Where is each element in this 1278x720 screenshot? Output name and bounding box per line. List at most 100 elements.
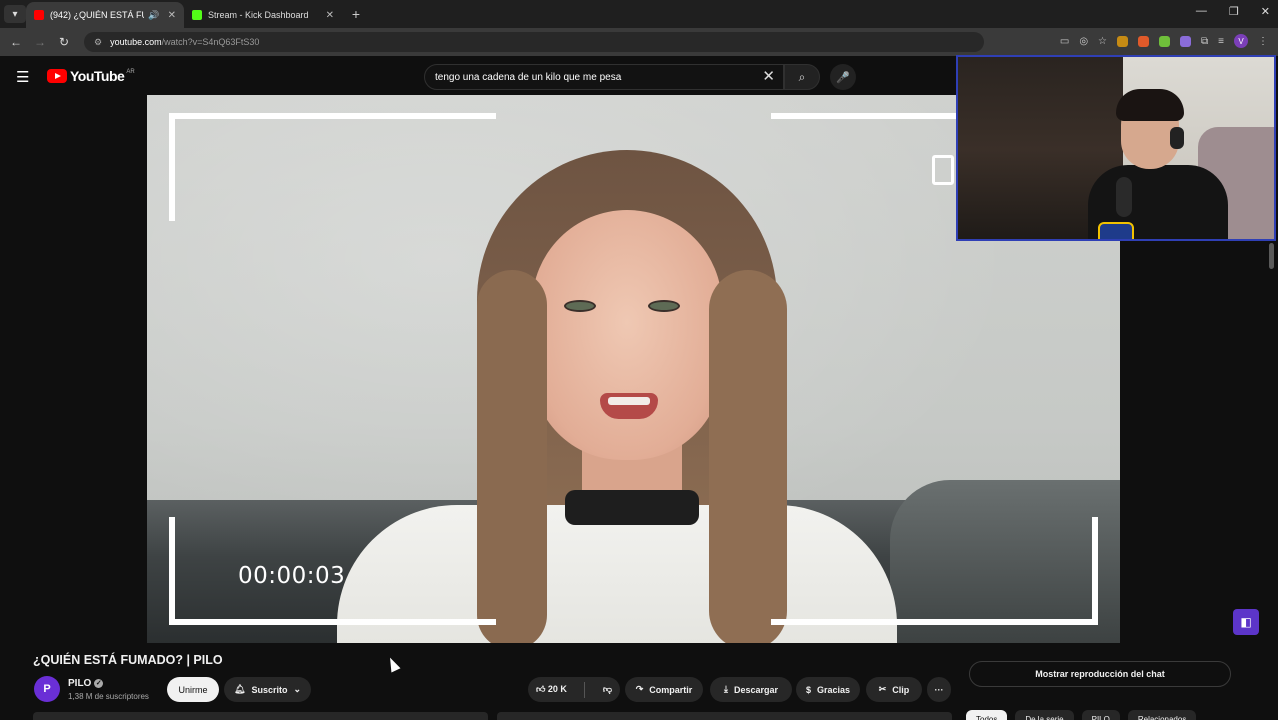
close-icon[interactable]: ✕ bbox=[326, 10, 334, 21]
download-button[interactable]: ⤓ Descargar bbox=[710, 677, 792, 702]
clear-search-icon[interactable]: ✕ bbox=[762, 67, 775, 85]
battery-icon bbox=[932, 155, 954, 185]
profile-avatar[interactable]: V bbox=[1234, 34, 1248, 48]
tab-kick[interactable]: Stream - Kick Dashboard ✕ bbox=[184, 2, 342, 28]
tab-title: Stream - Kick Dashboard bbox=[208, 10, 309, 20]
club-badge: CABJ bbox=[1098, 222, 1134, 239]
chip-channel[interactable]: PILO bbox=[1081, 710, 1120, 720]
description-box[interactable] bbox=[33, 712, 488, 720]
bookmark-star-icon[interactable]: ☆ bbox=[1098, 36, 1107, 47]
extension-icon[interactable] bbox=[1117, 35, 1129, 47]
back-button[interactable]: ← bbox=[4, 35, 28, 49]
headset-icon bbox=[1170, 127, 1184, 149]
window-controls: — ❐ ✕ bbox=[1196, 5, 1270, 18]
country-code: AR bbox=[126, 69, 135, 75]
speaker-icon[interactable]: 🔊 bbox=[148, 10, 159, 21]
address-bar[interactable]: ⚙ youtube.com/watch?v=S4nQ63FtS30 bbox=[84, 32, 984, 52]
subscriber-count: 1,38 M de suscriptores bbox=[68, 692, 149, 701]
divider bbox=[584, 681, 586, 698]
share-button[interactable]: ↷ Compartir bbox=[625, 677, 703, 702]
search-input[interactable]: tengo una cadena de un kilo que me pesa … bbox=[424, 64, 784, 90]
subscribed-label: Suscrito bbox=[251, 684, 288, 695]
chip-series[interactable]: De la serie bbox=[1015, 710, 1074, 720]
chip-related[interactable]: Relacionados bbox=[1127, 710, 1197, 720]
tab-search-button[interactable]: ▾ bbox=[4, 5, 26, 23]
viewfinder-corner bbox=[771, 517, 1098, 625]
share-icon: ↷ bbox=[635, 684, 644, 694]
webcam-streamer-hair bbox=[1116, 89, 1184, 121]
microphone bbox=[1116, 177, 1132, 217]
extension-icon[interactable] bbox=[1180, 35, 1192, 47]
share-label: Compartir bbox=[649, 684, 693, 695]
site-info-icon[interactable]: ⚙ bbox=[94, 37, 102, 48]
video-title: ¿QUIÉN ESTÁ FUMADO? | PILO bbox=[33, 653, 223, 667]
overlay-extension-button[interactable]: ◧ bbox=[1233, 609, 1259, 635]
media-icon[interactable]: ≡ bbox=[1218, 36, 1224, 47]
extension-icon: ◧ bbox=[1240, 615, 1252, 629]
youtube-play-icon bbox=[47, 69, 67, 83]
extension-icon[interactable] bbox=[1138, 35, 1150, 47]
voice-search-button[interactable]: 🎤 bbox=[830, 64, 856, 90]
search-button[interactable]: ⌕ bbox=[784, 64, 820, 90]
dislike-button[interactable]: 👎︎ bbox=[603, 684, 612, 695]
like-button[interactable]: 👍︎ 20 K bbox=[536, 684, 567, 695]
more-horizontal-icon: ··· bbox=[934, 684, 944, 695]
menu-icon[interactable]: ☰ bbox=[16, 68, 29, 86]
extension-icon[interactable] bbox=[1159, 35, 1171, 47]
clip-label: Clip bbox=[892, 684, 910, 695]
channel-avatar[interactable]: P bbox=[34, 676, 60, 702]
comments-box[interactable] bbox=[497, 712, 952, 720]
verified-icon: ✓ bbox=[94, 678, 104, 688]
browser-tab-strip: ▾ (942) ¿QUIÉN ESTÁ FUMADO? 🔊 ✕ Stream -… bbox=[0, 0, 1278, 28]
thanks-button[interactable]: $ Gracias bbox=[796, 677, 860, 702]
viewfinder-corner bbox=[169, 113, 496, 221]
close-window-button[interactable]: ✕ bbox=[1261, 5, 1270, 18]
channel-name[interactable]: PILO ✓ bbox=[68, 678, 104, 689]
url-path: /watch?v=S4nQ63FtS30 bbox=[161, 37, 260, 47]
download-label: Descargar bbox=[733, 684, 778, 695]
youtube-logo[interactable]: YouTube AR bbox=[47, 68, 135, 84]
thumbs-down-icon: 👎︎ bbox=[602, 684, 612, 694]
eye bbox=[564, 300, 596, 312]
cast-icon[interactable]: ▭ bbox=[1060, 36, 1069, 47]
restore-button[interactable]: ❐ bbox=[1229, 5, 1239, 18]
forward-button[interactable]: → bbox=[28, 35, 52, 49]
eye-off-icon[interactable]: ◎ bbox=[1079, 36, 1088, 47]
search-icon: ⌕ bbox=[798, 69, 806, 84]
scrollbar[interactable] bbox=[1269, 243, 1274, 269]
reload-button[interactable]: ↻ bbox=[52, 35, 76, 49]
collar bbox=[565, 490, 699, 525]
new-tab-button[interactable]: + bbox=[346, 6, 366, 22]
extensions-bar: ▭ ◎ ☆ ⧉ ≡ V ⋮ bbox=[1060, 34, 1268, 48]
recommendation-chips: Todos De la serie PILO Relacionados bbox=[966, 710, 1197, 720]
chevron-down-icon: ⌄ bbox=[293, 684, 301, 694]
like-count: 20 K bbox=[547, 684, 567, 694]
scissors-icon: ✂ bbox=[878, 684, 887, 694]
minimize-button[interactable]: — bbox=[1196, 5, 1207, 18]
mouth bbox=[600, 393, 658, 419]
youtube-icon bbox=[34, 10, 44, 20]
chip-all[interactable]: Todos bbox=[966, 710, 1008, 720]
tab-youtube[interactable]: (942) ¿QUIÉN ESTÁ FUMADO? 🔊 ✕ bbox=[26, 2, 184, 28]
kebab-menu-icon[interactable]: ⋮ bbox=[1258, 36, 1268, 47]
search-query: tengo una cadena de un kilo que me pesa bbox=[435, 71, 622, 83]
webcam-overlay: CABJ bbox=[956, 55, 1276, 241]
more-actions-button[interactable]: ··· bbox=[927, 677, 951, 702]
join-button[interactable]: Unirme bbox=[167, 677, 219, 702]
face bbox=[532, 210, 722, 460]
close-icon[interactable]: ✕ bbox=[168, 10, 176, 21]
puzzle-icon[interactable]: ⧉ bbox=[1201, 36, 1208, 47]
video-timecode: 00:00:03 bbox=[238, 563, 346, 589]
like-dislike-group: 👍︎ 20 K 👎︎ bbox=[528, 677, 620, 702]
clip-button[interactable]: ✂ Clip bbox=[866, 677, 922, 702]
bell-icon: 🔔︎ bbox=[234, 684, 246, 694]
subscribed-button[interactable]: 🔔︎ Suscrito ⌄ bbox=[224, 677, 311, 702]
show-chat-replay-button[interactable]: Mostrar reproducción del chat bbox=[969, 661, 1231, 687]
tab-title: (942) ¿QUIÉN ESTÁ FUMADO? bbox=[50, 10, 144, 20]
eye bbox=[648, 300, 680, 312]
channel-name-text: PILO bbox=[68, 678, 92, 689]
thanks-label: Gracias bbox=[816, 684, 851, 695]
kick-icon bbox=[192, 10, 202, 20]
youtube-wordmark: YouTube bbox=[70, 68, 125, 84]
microphone-icon: 🎤 bbox=[836, 71, 850, 84]
